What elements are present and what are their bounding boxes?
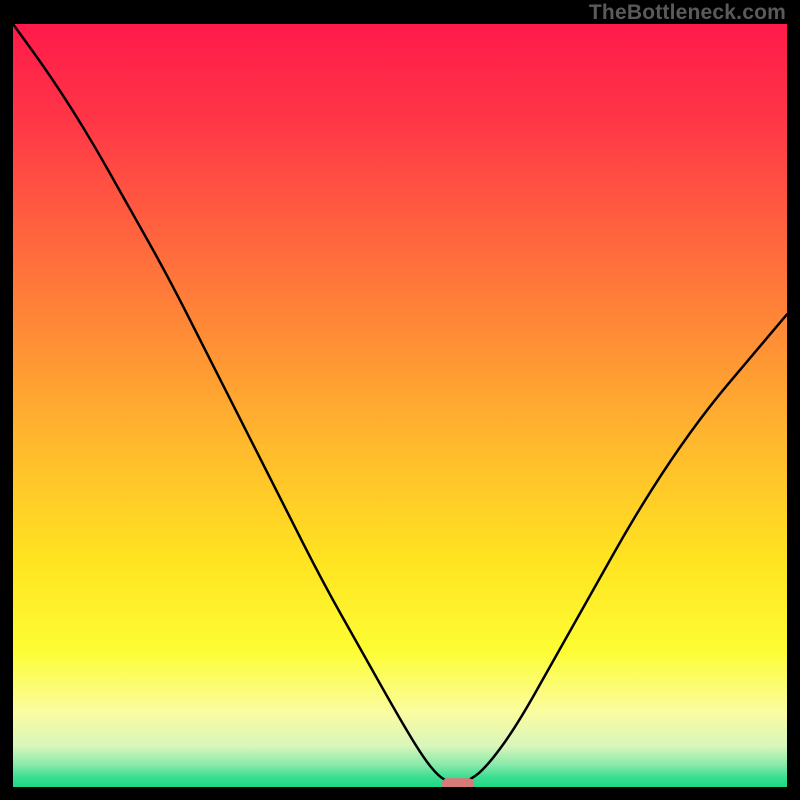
chart-frame: TheBottleneck.com — [0, 0, 800, 800]
bottleneck-chart — [13, 24, 787, 788]
watermark-text: TheBottleneck.com — [589, 1, 786, 25]
gradient-background — [13, 24, 787, 788]
plot-area — [13, 24, 787, 788]
optimal-marker — [442, 778, 475, 788]
